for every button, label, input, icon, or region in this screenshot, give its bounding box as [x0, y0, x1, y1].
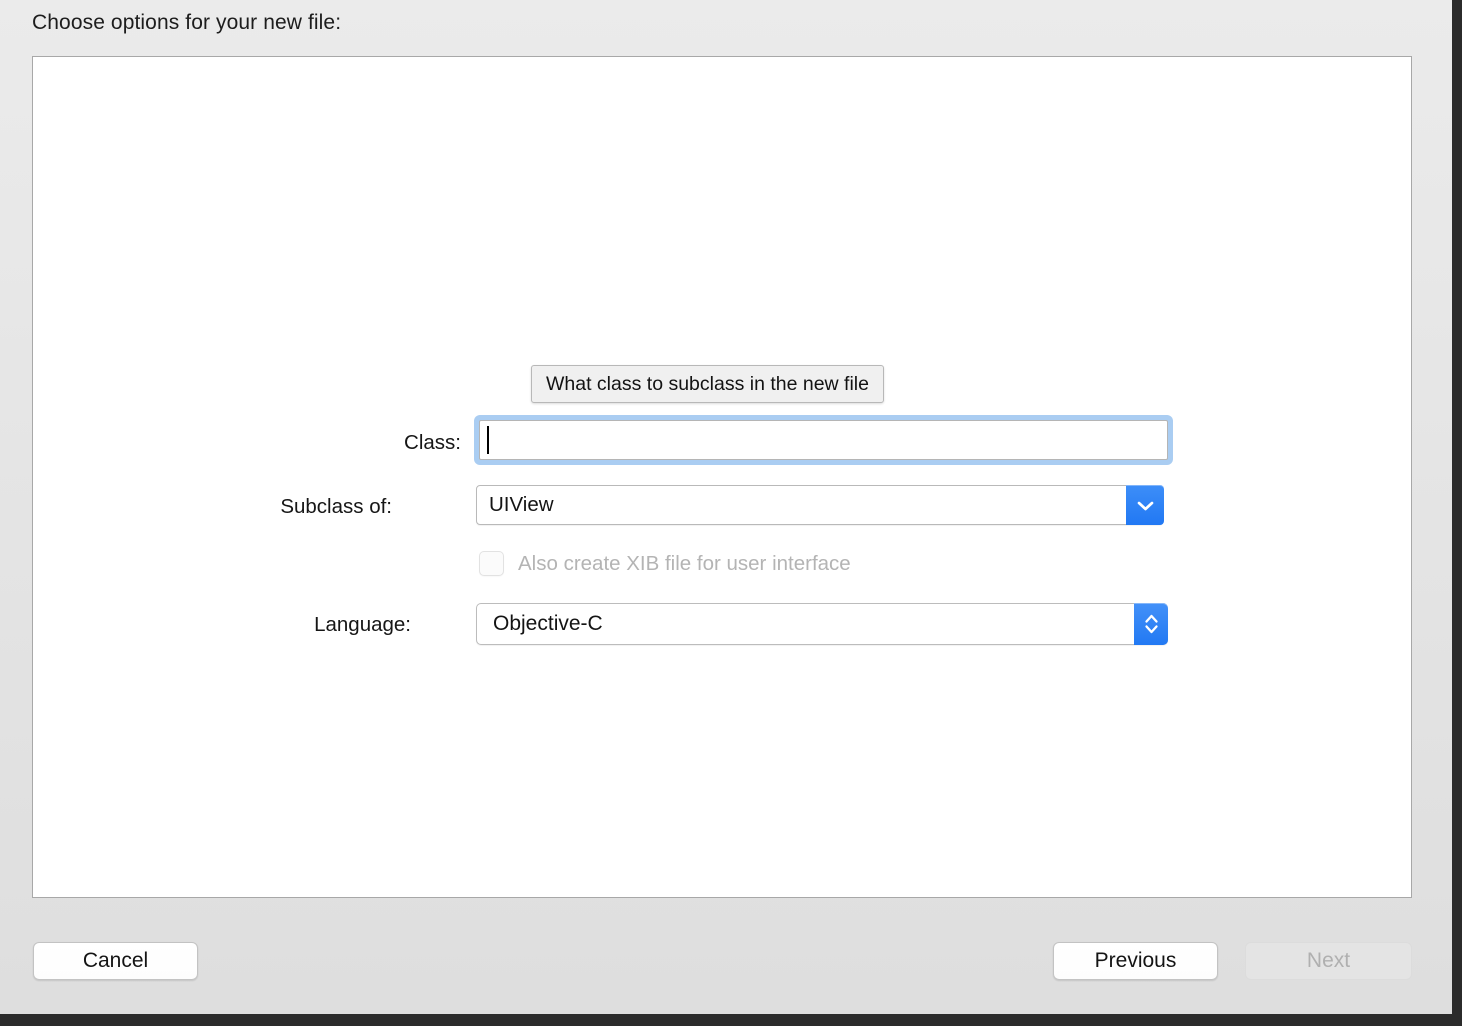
subclass-field-label: Subclass of: [52, 495, 392, 519]
language-popup-button[interactable]: Objective-C [476, 603, 1168, 645]
class-field-label: Class: [121, 431, 461, 455]
new-file-options-dialog: Choose options for your new file: What c… [0, 0, 1452, 1014]
text-caret [487, 426, 489, 454]
screen-edge-bottom [0, 1014, 1462, 1026]
subclass-combobox[interactable]: UIView [476, 485, 1163, 525]
previous-button[interactable]: Previous [1053, 942, 1218, 980]
xib-checkbox-label: Also create XIB file for user interface [518, 552, 851, 576]
cancel-button[interactable]: Cancel [33, 942, 198, 980]
options-content-panel: What class to subclass in the new file C… [32, 56, 1412, 898]
page-title: Choose options for your new file: [32, 11, 341, 35]
class-input[interactable] [479, 420, 1168, 460]
language-field-label: Language: [71, 613, 411, 637]
screen-edge-right [1452, 0, 1462, 1026]
xib-checkbox-row: Also create XIB file for user interface [479, 551, 851, 576]
chevron-down-icon[interactable] [1126, 485, 1164, 525]
tooltip-class-help: What class to subclass in the new file [531, 365, 884, 403]
next-button: Next [1245, 942, 1412, 980]
language-popup-value: Objective-C [477, 612, 603, 636]
chevron-up-down-icon[interactable] [1134, 603, 1168, 645]
tooltip-text: What class to subclass in the new file [546, 373, 869, 396]
class-input-focus-ring [474, 415, 1173, 465]
subclass-combobox-value: UIView [477, 493, 554, 517]
xib-checkbox [479, 551, 504, 576]
